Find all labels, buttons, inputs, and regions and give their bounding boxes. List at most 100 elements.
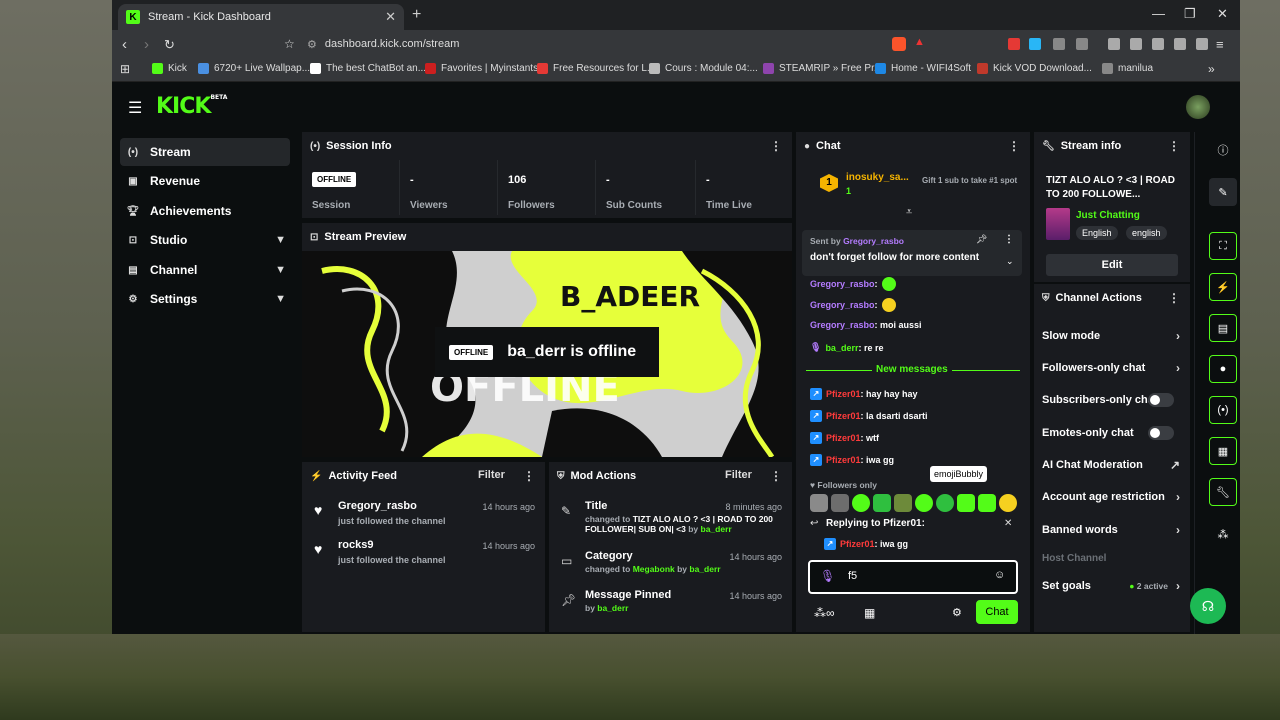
bookmark-item[interactable]: The best ChatBot an... bbox=[310, 63, 426, 74]
subscribers-only-item[interactable]: Subscribers-only chat bbox=[1042, 390, 1182, 410]
chat-bubble-icon[interactable]: ● bbox=[1209, 355, 1237, 383]
bookmark-item[interactable]: Cours : Module 04:... bbox=[649, 63, 758, 74]
emoji-icon[interactable]: ☺ bbox=[994, 569, 1005, 581]
brave-rewards-icon[interactable]: ▲ bbox=[914, 36, 928, 50]
set-goals-item[interactable]: Set goals ● 2 active › bbox=[1042, 576, 1182, 596]
gift-prompt[interactable]: Gift 1 sub to take #1 spot bbox=[922, 176, 1020, 186]
pencil-icon[interactable]: ✎ bbox=[1209, 178, 1237, 206]
chat-settings-icon[interactable]: ⚙ bbox=[952, 606, 962, 619]
close-window-icon[interactable]: ✕ bbox=[1217, 6, 1228, 22]
slow-mode-item[interactable]: Slow mode › bbox=[1042, 326, 1182, 346]
emote-icon[interactable] bbox=[831, 494, 849, 512]
lightning-icon[interactable]: ⚡ bbox=[1209, 273, 1237, 301]
account-age-item[interactable]: Account age restriction › bbox=[1042, 487, 1182, 507]
emote-icon[interactable] bbox=[915, 494, 933, 512]
kick-logo[interactable]: KICKBETA bbox=[156, 94, 227, 119]
wrench-icon[interactable]: 🔧︎ bbox=[1209, 478, 1237, 506]
maximize-icon[interactable]: ❐ bbox=[1184, 6, 1196, 22]
minimize-icon[interactable]: — bbox=[1152, 6, 1165, 21]
support-headset-icon[interactable]: ☊ bbox=[1190, 588, 1226, 624]
sidebar-item-channel[interactable]: ▤ Channel ▼ bbox=[120, 256, 290, 284]
hamburger-menu-icon[interactable]: ☰ bbox=[128, 98, 142, 118]
chevron-down-icon[interactable]: ⌄ bbox=[1006, 256, 1014, 267]
sidebar-item-studio[interactable]: ⊡ Studio ▼ bbox=[120, 226, 290, 254]
sidebar-item-revenue[interactable]: ▣ Revenue bbox=[120, 167, 290, 195]
top-gifter-name[interactable]: inosuky_sa... bbox=[846, 172, 909, 183]
more-options-icon[interactable]: ⋮ bbox=[523, 469, 535, 483]
edit-button[interactable]: Edit bbox=[1046, 254, 1178, 276]
category-name[interactable]: Just Chatting bbox=[1076, 210, 1140, 221]
more-options-icon[interactable]: ⋮ bbox=[1168, 139, 1180, 153]
sidebar-icon[interactable] bbox=[1130, 38, 1142, 50]
sidebar-item-stream[interactable]: (•) Stream bbox=[120, 138, 290, 166]
more-options-icon[interactable]: ⋮ bbox=[770, 469, 782, 483]
extension-icon[interactable] bbox=[1053, 38, 1065, 50]
emote-icon[interactable] bbox=[999, 494, 1017, 512]
stream-preview[interactable]: B_ADEER OFFLINE OFFLINE ba_derr is offli… bbox=[302, 251, 792, 457]
url-field[interactable]: ⚙ dashboard.kick.com/stream bbox=[307, 34, 927, 54]
new-tab-icon[interactable]: + bbox=[412, 6, 421, 24]
bookmark-item[interactable]: Free Resources for L... bbox=[537, 63, 655, 74]
layout-icon[interactable]: ▦ bbox=[1209, 437, 1237, 465]
emote-icon[interactable] bbox=[978, 494, 996, 512]
bookmark-item[interactable]: STEAMRIP » Free Pr... bbox=[763, 63, 882, 74]
kick-points-icon[interactable]: ⁂∞ bbox=[814, 606, 835, 620]
filter-button[interactable]: Filter bbox=[478, 469, 505, 481]
music-icon[interactable] bbox=[1108, 38, 1120, 50]
brave-shield-icon[interactable] bbox=[892, 37, 906, 51]
sidebar-item-settings[interactable]: ⚙ Settings ▼ bbox=[120, 285, 290, 313]
banned-words-item[interactable]: Banned words › bbox=[1042, 520, 1182, 540]
forward-icon[interactable]: › bbox=[144, 36, 149, 53]
store-icon[interactable]: ▦ bbox=[864, 606, 875, 620]
extension-icon[interactable] bbox=[1029, 38, 1041, 50]
user-avatar[interactable] bbox=[1186, 95, 1210, 119]
emotes-only-toggle[interactable] bbox=[1148, 426, 1174, 440]
document-icon[interactable]: ▤ bbox=[1209, 314, 1237, 342]
tag[interactable]: english bbox=[1126, 226, 1167, 240]
emote-icon[interactable] bbox=[936, 494, 954, 512]
bookmark-item[interactable]: 6720+ Live Wallpap... bbox=[198, 63, 310, 74]
send-chat-button[interactable]: Chat bbox=[976, 600, 1018, 624]
back-icon[interactable]: ‹ bbox=[122, 36, 127, 53]
bookmark-star-icon[interactable]: ☆ bbox=[284, 37, 295, 51]
collapse-icon[interactable]: ⩡ bbox=[906, 206, 912, 219]
emote-icon[interactable] bbox=[810, 494, 828, 512]
more-options-icon[interactable]: ⋮ bbox=[1168, 291, 1180, 305]
bookmark-item[interactable]: Home - WIFI4Soft bbox=[875, 63, 971, 74]
wallet-icon[interactable] bbox=[1152, 38, 1164, 50]
followers-only-item[interactable]: Followers-only chat › bbox=[1042, 358, 1182, 378]
tab-close-icon[interactable]: ✕ bbox=[385, 9, 396, 25]
emote-icon[interactable] bbox=[957, 494, 975, 512]
bookmark-item[interactable]: manilua bbox=[1102, 63, 1153, 74]
leo-icon[interactable] bbox=[1174, 38, 1186, 50]
more-options-icon[interactable]: ⋮ bbox=[1004, 234, 1014, 245]
emote-icon[interactable] bbox=[894, 494, 912, 512]
sidebar-item-achievements[interactable]: 🏆︎ Achievements bbox=[120, 197, 290, 225]
reload-icon[interactable]: ↻ bbox=[164, 37, 175, 53]
kick-points-icon[interactable]: ⁂ bbox=[1209, 520, 1237, 548]
tag[interactable]: English bbox=[1076, 226, 1118, 240]
emote-icon[interactable] bbox=[873, 494, 891, 512]
bookmark-item[interactable]: Kick bbox=[152, 63, 187, 74]
close-reply-icon[interactable]: ✕ bbox=[1004, 518, 1012, 529]
ai-moderation-item[interactable]: AI Chat Moderation ↗ bbox=[1042, 455, 1182, 475]
browser-tab[interactable]: K Stream - Kick Dashboard ✕ bbox=[118, 4, 404, 30]
site-info-icon[interactable]: ⚙ bbox=[307, 38, 317, 51]
emotes-only-item[interactable]: Emotes-only chat bbox=[1042, 423, 1182, 443]
emote-icon[interactable] bbox=[852, 494, 870, 512]
filter-button[interactable]: Filter bbox=[725, 469, 752, 481]
broadcast-icon[interactable]: (•) bbox=[1209, 396, 1237, 424]
fullscreen-icon[interactable]: ⛶ bbox=[1209, 232, 1237, 260]
extension-icon[interactable] bbox=[1076, 38, 1088, 50]
menu-icon[interactable]: ≡ bbox=[1216, 37, 1224, 52]
more-options-icon[interactable]: ⋮ bbox=[1008, 139, 1020, 153]
bookmark-item[interactable]: Kick VOD Download... bbox=[977, 63, 1092, 74]
vpn-icon[interactable] bbox=[1196, 38, 1208, 50]
bookmark-item[interactable]: Favorites | Myinstants bbox=[425, 63, 538, 74]
extension-icon[interactable] bbox=[1008, 38, 1020, 50]
subscribers-only-toggle[interactable] bbox=[1148, 393, 1174, 407]
pin-icon[interactable]: 📌︎ bbox=[976, 234, 987, 245]
more-options-icon[interactable]: ⋮ bbox=[770, 139, 782, 153]
apps-grid-icon[interactable]: ⊞ bbox=[120, 62, 130, 76]
chat-input[interactable]: 🎙︎ f5 ☺ bbox=[808, 560, 1018, 594]
